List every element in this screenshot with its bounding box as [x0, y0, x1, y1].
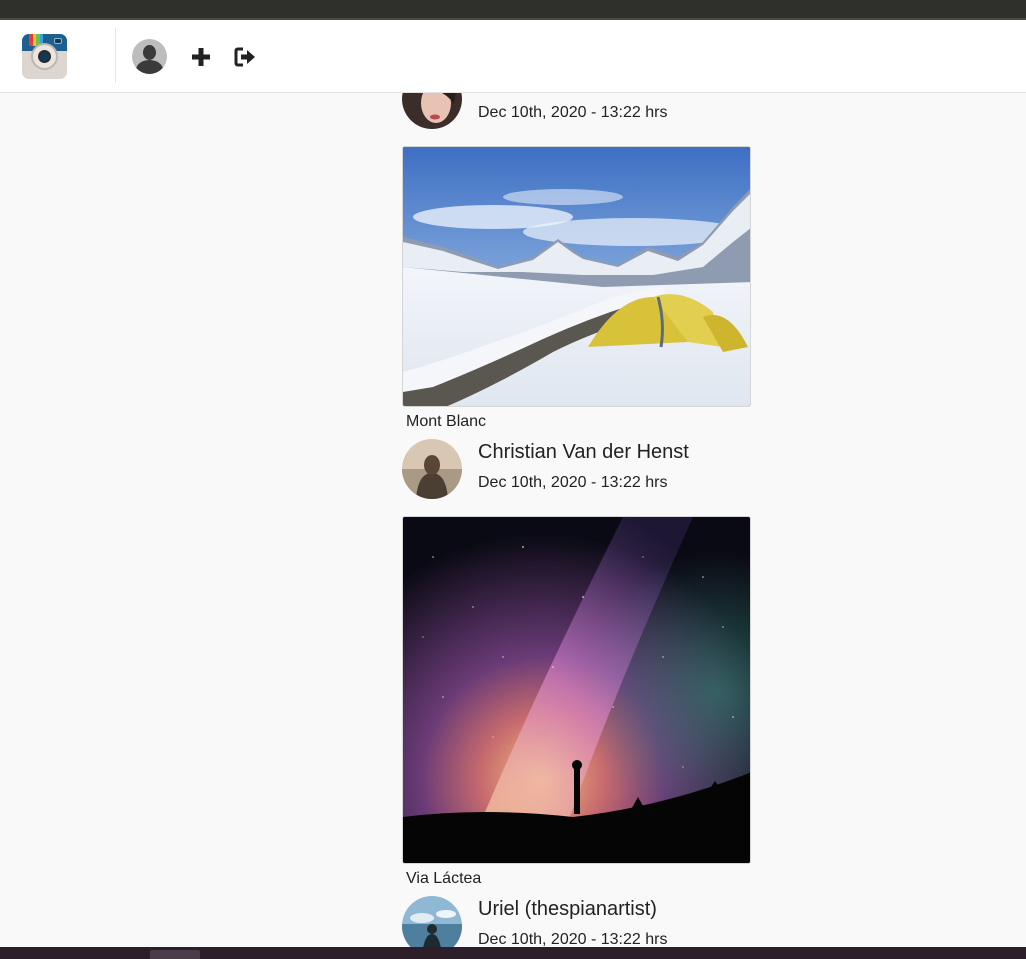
- post-feed: Dec 10th, 2020 - 13:22 hrs Mont Blanc Ch…: [0, 0, 1026, 959]
- post-image[interactable]: [402, 146, 751, 407]
- nav-divider: [115, 28, 116, 83]
- camera-logo-icon[interactable]: [22, 34, 67, 79]
- author-avatar[interactable]: [402, 439, 462, 499]
- post-header: Christian Van der Henst Dec 10th, 2020 -…: [402, 439, 762, 499]
- post-caption: Mont Blanc: [406, 413, 487, 430]
- os-taskbar: [0, 947, 1026, 959]
- post-date: Dec 10th, 2020 - 13:22 hrs: [478, 104, 668, 121]
- author-name[interactable]: Uriel (thespianartist): [478, 898, 657, 921]
- post-date: Dec 10th, 2020 - 13:22 hrs: [478, 474, 668, 491]
- top-navbar: [0, 20, 1026, 93]
- plus-icon[interactable]: [189, 45, 213, 69]
- post-caption: Via Láctea: [406, 870, 482, 887]
- taskbar-item[interactable]: [150, 950, 200, 959]
- user-avatar-icon[interactable]: [132, 39, 167, 74]
- sign-out-icon[interactable]: [233, 45, 257, 69]
- author-name[interactable]: Christian Van der Henst: [478, 441, 689, 464]
- post-image[interactable]: [402, 516, 751, 864]
